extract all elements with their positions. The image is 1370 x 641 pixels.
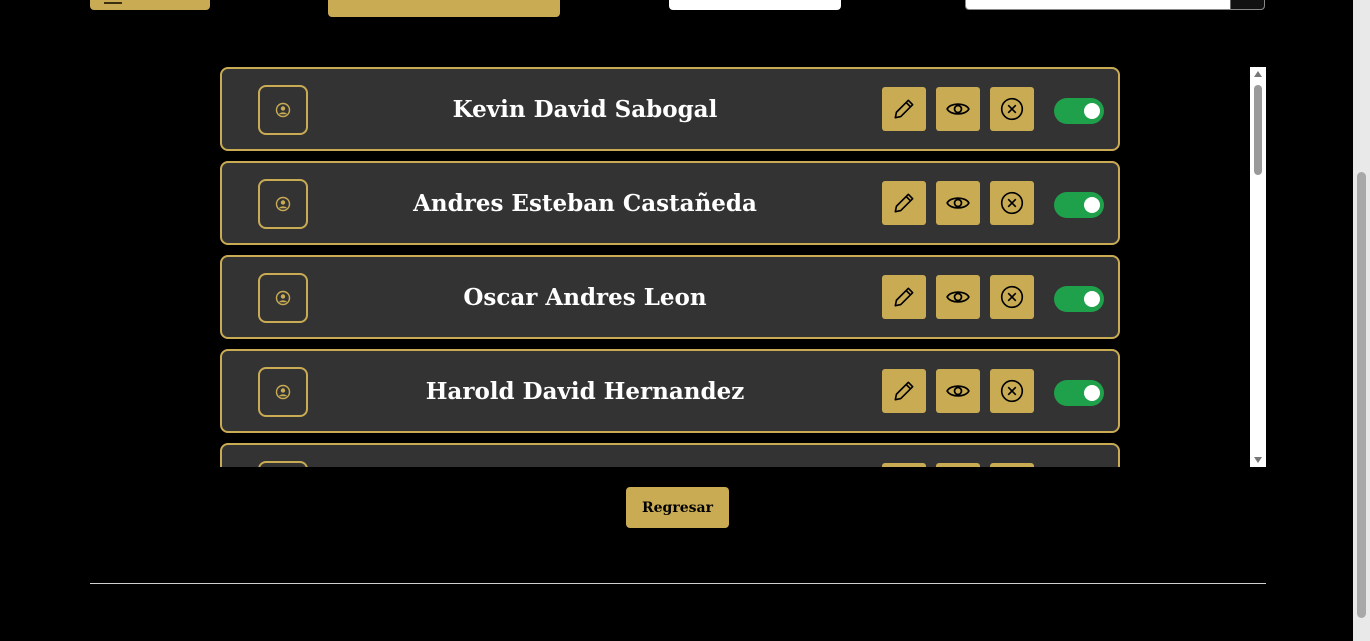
user-row [220, 443, 1120, 467]
user-list: Kevin David Sabogal Andres Esteban Casta… [218, 67, 1266, 467]
filter-input[interactable] [669, 0, 841, 10]
top-menu-button[interactable] [90, 0, 210, 10]
user-circle-icon [275, 102, 291, 118]
eye-icon [946, 291, 970, 303]
user-row: Andres Esteban Castañeda [220, 161, 1120, 245]
delete-button[interactable] [990, 369, 1034, 413]
avatar-button[interactable] [258, 179, 308, 229]
avatar-button[interactable] [258, 367, 308, 417]
eye-icon [946, 385, 970, 397]
footer-divider [90, 583, 1266, 584]
pencil-icon [894, 287, 914, 307]
avatar-button[interactable] [258, 461, 308, 467]
user-name: Kevin David Sabogal [452, 95, 718, 123]
edit-button[interactable] [882, 87, 926, 131]
pencil-icon [894, 193, 914, 213]
page-scroll-thumb[interactable] [1357, 172, 1366, 618]
back-button[interactable]: Regresar [626, 487, 729, 528]
x-circle-icon [1000, 97, 1024, 121]
edit-button[interactable] [882, 369, 926, 413]
eye-icon [946, 103, 970, 115]
eye-icon [946, 197, 970, 209]
view-button[interactable] [936, 181, 980, 225]
user-row: Oscar Andres Leon [220, 255, 1120, 339]
view-button[interactable] [936, 369, 980, 413]
search-button[interactable] [1230, 0, 1264, 9]
edit-button[interactable] [882, 275, 926, 319]
user-circle-icon [275, 384, 291, 400]
edit-button[interactable] [882, 181, 926, 225]
user-name: Harold David Hernandez [425, 377, 745, 405]
delete-button[interactable] [990, 87, 1034, 131]
active-toggle[interactable] [1054, 98, 1104, 124]
avatar-button[interactable] [258, 85, 308, 135]
page-scrollbar[interactable] [1353, 0, 1370, 641]
list-scrollbar[interactable] [1250, 67, 1266, 467]
pencil-icon [894, 381, 914, 401]
delete-button[interactable] [990, 275, 1034, 319]
user-circle-icon [275, 196, 291, 212]
user-list-inner: Kevin David Sabogal Andres Esteban Casta… [220, 67, 1120, 467]
toggle-knob [1084, 197, 1100, 213]
view-button[interactable] [936, 275, 980, 319]
user-name: Oscar Andres Leon [463, 283, 707, 311]
view-button[interactable] [936, 463, 980, 467]
delete-button[interactable] [990, 181, 1034, 225]
view-button[interactable] [936, 87, 980, 131]
active-toggle[interactable] [1054, 286, 1104, 312]
user-name: Andres Esteban Castañeda [413, 189, 757, 217]
x-circle-icon [1000, 191, 1024, 215]
avatar-button[interactable] [258, 273, 308, 323]
menu-icon [104, 0, 122, 4]
top-action-button[interactable] [328, 0, 560, 17]
x-circle-icon [1000, 285, 1024, 309]
scroll-up-arrow-icon[interactable] [1254, 71, 1262, 77]
x-circle-icon [1000, 379, 1024, 403]
active-toggle[interactable] [1054, 192, 1104, 218]
user-row: Kevin David Sabogal [220, 67, 1120, 151]
edit-button[interactable] [882, 463, 926, 467]
scroll-down-arrow-icon[interactable] [1254, 457, 1262, 463]
pencil-icon [894, 99, 914, 119]
user-name [342, 445, 828, 467]
delete-button[interactable] [990, 463, 1034, 467]
toggle-knob [1084, 385, 1100, 401]
scroll-thumb[interactable] [1254, 85, 1262, 175]
search-input[interactable] [965, 0, 1265, 10]
user-row: Harold David Hernandez [220, 349, 1120, 433]
toggle-knob [1084, 103, 1100, 119]
user-circle-icon [275, 290, 291, 306]
toggle-knob [1084, 291, 1100, 307]
active-toggle[interactable] [1054, 380, 1104, 406]
